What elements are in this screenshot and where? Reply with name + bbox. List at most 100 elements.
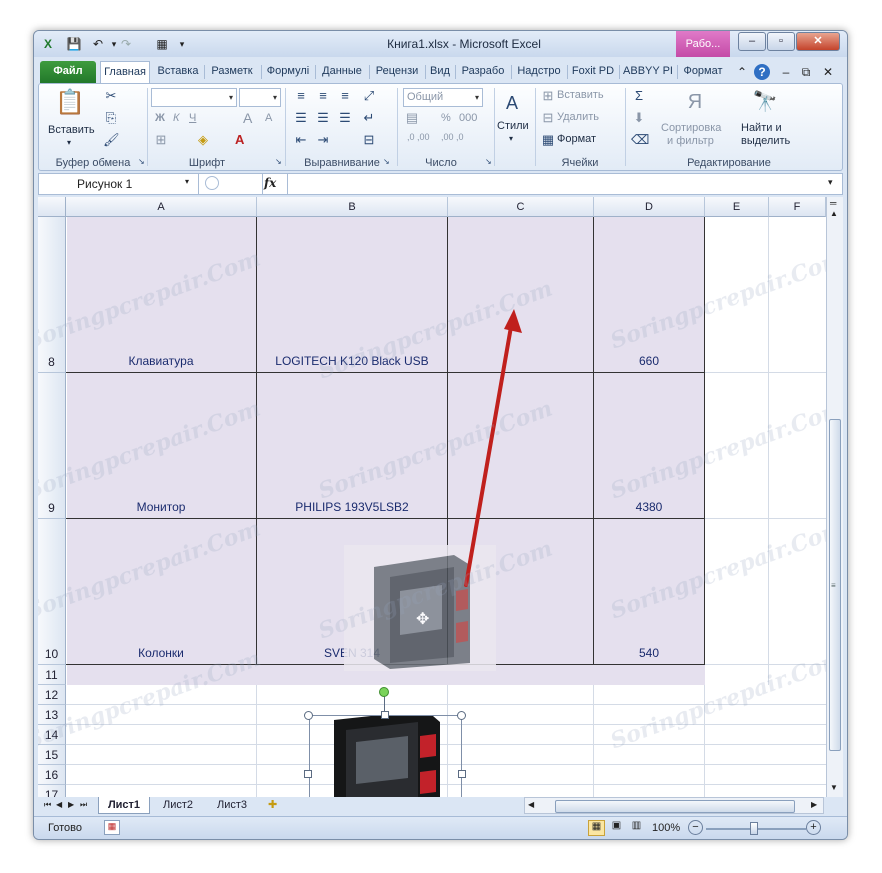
styles-dropdown-icon[interactable]: ▾ xyxy=(509,134,513,143)
tab-insert[interactable]: Вставка xyxy=(153,61,203,83)
align-left-icon[interactable]: ☰ xyxy=(293,110,309,126)
tab-abbyy[interactable]: ABBYY PI xyxy=(620,61,676,83)
formula-input[interactable] xyxy=(287,174,825,194)
quick-print-icon[interactable]: ▦ xyxy=(154,36,170,52)
shrink-font-button[interactable]: A xyxy=(265,112,272,124)
scroll-left-icon[interactable]: ◀ xyxy=(528,800,534,809)
font-name-combo[interactable]: ▾ xyxy=(151,88,237,107)
normal-view-icon[interactable]: ▦ xyxy=(588,820,605,836)
insert-sheet-icon[interactable]: ✚ xyxy=(268,798,277,811)
fill-icon[interactable]: ⬇ xyxy=(631,110,647,126)
split-box-icon[interactable]: ═ xyxy=(830,198,836,208)
expand-formula-bar-icon[interactable]: ▾ xyxy=(828,177,833,188)
page-layout-view-icon[interactable]: ▣ xyxy=(608,820,625,836)
grow-font-button[interactable]: A xyxy=(243,110,252,126)
align-bottom-icon[interactable]: ≡ xyxy=(337,88,353,104)
format-cells-button[interactable]: Формат xyxy=(557,133,596,145)
tab-page-layout[interactable]: Разметк xyxy=(205,61,259,83)
tab-data[interactable]: Данные xyxy=(316,61,368,83)
tab-review[interactable]: Рецензи xyxy=(370,61,424,83)
worksheet-grid[interactable]: A B C D E F 8 9 10 Клавиатура LOGITECH K… xyxy=(38,197,826,797)
decrease-decimal-button[interactable]: ,00 ,0 xyxy=(441,132,464,142)
wrap-text-icon[interactable]: ↵ xyxy=(361,110,377,126)
styles-icon[interactable]: A xyxy=(499,90,525,116)
number-launcher-icon[interactable]: ↘ xyxy=(485,154,492,170)
cancel-entry-icon[interactable] xyxy=(205,176,219,190)
underline-button[interactable]: Ч xyxy=(189,112,196,124)
delete-cells-icon[interactable]: ⊟ xyxy=(541,110,555,126)
orientation-icon[interactable]: ⤢ xyxy=(361,88,377,104)
insert-cells-button[interactable]: Вставить xyxy=(557,89,604,101)
delete-cells-button[interactable]: Удалить xyxy=(557,111,599,123)
find-select-icon[interactable]: 🔭 xyxy=(751,88,779,116)
styles-button-label[interactable]: Стили xyxy=(497,120,529,132)
next-sheet-icon[interactable]: ▶ xyxy=(68,800,74,809)
tab-formulas[interactable]: Формулі xyxy=(262,61,314,83)
tab-view[interactable]: Вид xyxy=(426,61,454,83)
tab-format[interactable]: Формат xyxy=(678,61,728,83)
align-right-icon[interactable]: ☰ xyxy=(337,110,353,126)
tab-home[interactable]: Главная xyxy=(100,61,150,83)
tab-add-ins[interactable]: Надстро xyxy=(512,61,566,83)
font-launcher-icon[interactable]: ↘ xyxy=(275,154,282,170)
autosum-icon[interactable]: Σ xyxy=(631,88,647,104)
comma-style-button[interactable]: 000 xyxy=(459,112,477,124)
zoom-slider-thumb[interactable] xyxy=(750,822,758,835)
sheet-tab-1[interactable]: Лист1 xyxy=(98,797,150,814)
percent-style-button[interactable]: % xyxy=(441,112,451,124)
align-center-icon[interactable]: ☰ xyxy=(315,110,331,126)
help-icon[interactable]: ? xyxy=(754,64,770,80)
zoom-level[interactable]: 100% xyxy=(652,822,680,834)
name-box-dropdown-icon[interactable]: ▾ xyxy=(185,177,189,186)
merge-center-icon[interactable]: ⊟ xyxy=(361,132,377,148)
tab-developer[interactable]: Разрабо xyxy=(456,61,510,83)
fill-color-icon[interactable]: ◈ xyxy=(195,132,211,148)
horizontal-scroll-thumb[interactable] xyxy=(555,800,795,813)
clipboard-launcher-icon[interactable]: ↘ xyxy=(138,154,145,170)
name-box[interactable]: Рисунок 1 xyxy=(39,174,199,194)
decrease-indent-icon[interactable]: ⇤ xyxy=(293,132,309,148)
paste-dropdown-icon[interactable]: ▾ xyxy=(67,138,71,147)
alignment-launcher-icon[interactable]: ↘ xyxy=(383,154,390,170)
format-cells-icon[interactable]: ▦ xyxy=(541,132,555,148)
align-top-icon[interactable]: ≡ xyxy=(293,88,309,104)
currency-format-icon[interactable]: ▤ xyxy=(403,110,421,126)
macro-record-icon[interactable]: ▦ xyxy=(104,820,120,835)
minimize-button[interactable]: – xyxy=(738,32,766,51)
scroll-down-icon[interactable]: ▼ xyxy=(830,783,838,792)
workbook-restore-icon[interactable]: ⧉ xyxy=(798,64,814,80)
context-tab-work-with-pictures[interactable]: Рабо... xyxy=(676,31,730,57)
scroll-up-icon[interactable]: ▲ xyxy=(830,209,838,218)
insert-cells-icon[interactable]: ⊞ xyxy=(541,88,555,104)
tab-file[interactable]: Файл xyxy=(40,61,96,83)
page-break-view-icon[interactable]: ▥ xyxy=(628,820,645,836)
excel-app-icon[interactable]: X xyxy=(40,36,56,52)
redo-icon[interactable]: ↷ xyxy=(118,36,134,52)
sheet-tab-2[interactable]: Лист2 xyxy=(152,797,204,814)
maximize-button[interactable]: ▫ xyxy=(767,32,795,51)
last-sheet-icon[interactable]: ⏭ xyxy=(80,800,87,810)
sheet-tab-3[interactable]: Лист3 xyxy=(206,797,258,814)
clear-icon[interactable]: ⌫ xyxy=(631,132,649,148)
zoom-in-icon[interactable]: + xyxy=(806,820,821,835)
minimize-ribbon-icon[interactable]: ⌃ xyxy=(734,64,750,80)
sort-filter-icon[interactable]: Я xyxy=(681,88,709,116)
copy-icon[interactable]: ⎘ xyxy=(103,110,119,126)
save-icon[interactable]: 💾 xyxy=(66,36,82,52)
insert-function-icon[interactable]: fx xyxy=(264,176,276,190)
cut-icon[interactable]: ✂ xyxy=(103,88,119,104)
zoom-out-icon[interactable]: − xyxy=(688,820,703,835)
font-color-icon[interactable]: A xyxy=(235,132,244,147)
italic-button[interactable]: К xyxy=(173,112,179,124)
increase-decimal-button[interactable]: ,0 ,00 xyxy=(407,132,430,142)
undo-icon[interactable]: ↶ xyxy=(90,36,106,52)
tab-foxit-pdf[interactable]: Foxit PD xyxy=(568,61,618,83)
increase-indent-icon[interactable]: ⇥ xyxy=(315,132,331,148)
bold-button[interactable]: Ж xyxy=(155,112,165,124)
find-select-label-1[interactable]: Найти и xyxy=(741,122,782,134)
scroll-right-icon[interactable]: ▶ xyxy=(811,800,817,809)
format-painter-icon[interactable]: 🖌 xyxy=(103,132,120,148)
workbook-minimize-icon[interactable]: – xyxy=(778,64,794,80)
number-format-combo[interactable]: Общий ▾ xyxy=(403,88,483,107)
workbook-close-icon[interactable]: ✕ xyxy=(820,64,836,80)
